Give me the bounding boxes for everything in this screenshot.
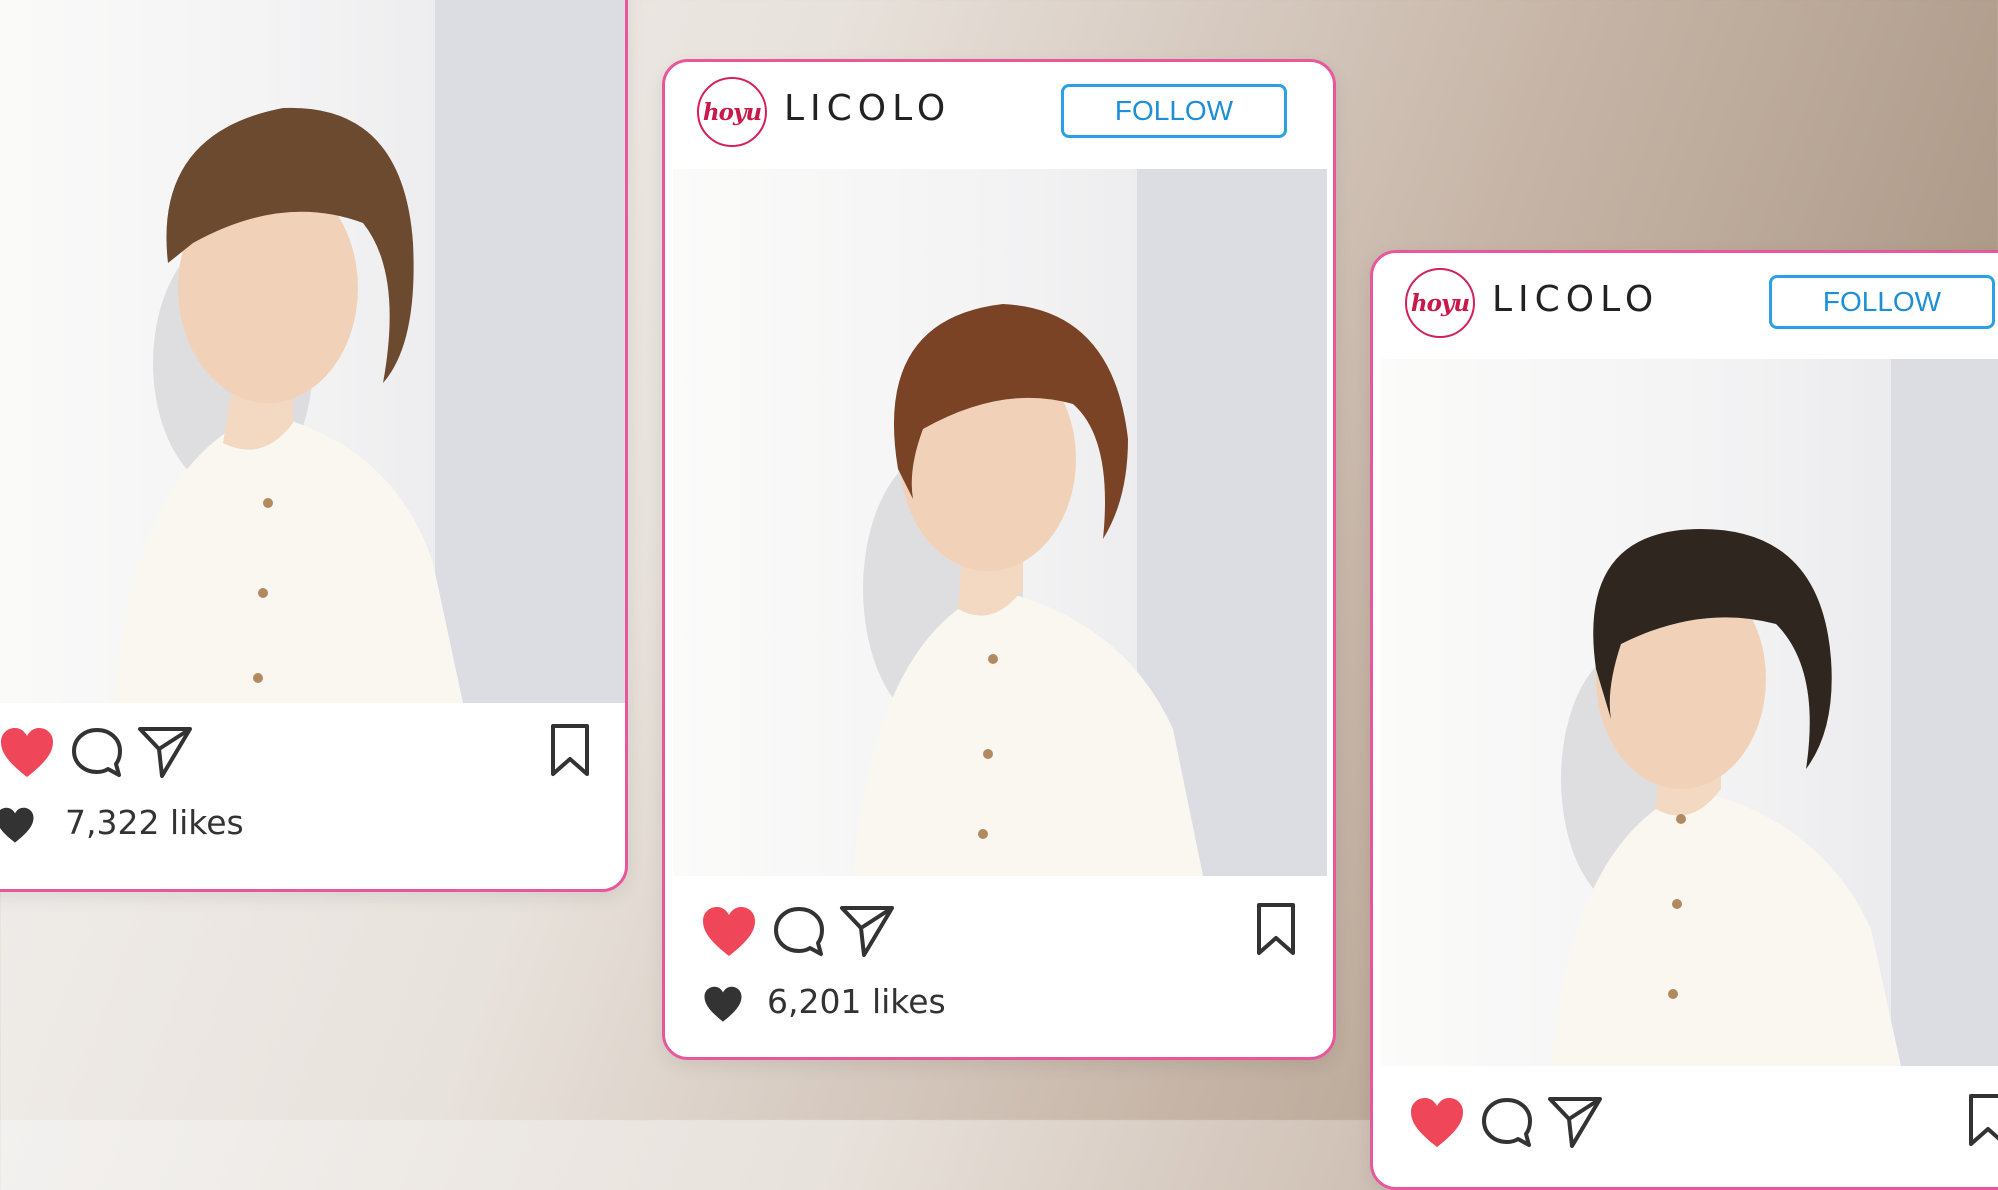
model-figure <box>113 107 463 703</box>
brand-logo[interactable]: hoyu <box>1405 268 1475 338</box>
post-card-left: 7,322 likes <box>0 0 628 892</box>
post-card-right: hoyu LICOLO FOLLOW <box>1370 250 1998 1190</box>
comment-icon[interactable] <box>773 906 825 958</box>
post-photo[interactable] <box>1381 359 1998 1066</box>
bookmark-icon[interactable] <box>1967 1093 1998 1147</box>
comment-icon[interactable] <box>71 727 123 779</box>
post-actions <box>0 713 625 793</box>
post-photo[interactable] <box>673 169 1327 876</box>
model-figure <box>1551 529 1901 1066</box>
post-card-center: hoyu LICOLO FOLLOW 6,201 likes <box>662 59 1336 1060</box>
post-header: hoyu LICOLO FOLLOW <box>1373 253 1998 359</box>
brand-logo[interactable]: hoyu <box>697 77 767 147</box>
heart-icon[interactable] <box>0 727 55 779</box>
comment-icon[interactable] <box>1481 1097 1533 1149</box>
bookmark-icon[interactable] <box>1255 902 1297 956</box>
model-figure <box>853 304 1203 876</box>
post-photo[interactable] <box>0 0 625 703</box>
share-icon[interactable] <box>1547 1095 1603 1149</box>
share-icon[interactable] <box>839 904 895 958</box>
likes-heart-icon <box>0 807 34 843</box>
likes-row: 6,201 likes <box>665 976 1333 1036</box>
follow-button[interactable]: FOLLOW <box>1061 84 1287 138</box>
share-icon[interactable] <box>137 725 193 779</box>
follow-button[interactable]: FOLLOW <box>1769 275 1995 329</box>
heart-icon[interactable] <box>1409 1097 1465 1149</box>
bookmark-icon[interactable] <box>549 723 591 777</box>
post-actions <box>1373 1083 1998 1163</box>
brand-name[interactable]: LICOLO <box>1492 279 1659 320</box>
likes-count: 7,322 likes <box>65 803 244 842</box>
likes-row: 7,322 likes <box>0 797 625 857</box>
brand-name[interactable]: LICOLO <box>784 88 951 129</box>
likes-count: 6,201 likes <box>767 982 946 1021</box>
post-header: hoyu LICOLO FOLLOW <box>665 62 1333 168</box>
heart-icon[interactable] <box>701 906 757 958</box>
likes-heart-icon <box>704 986 742 1022</box>
post-actions <box>665 892 1333 972</box>
